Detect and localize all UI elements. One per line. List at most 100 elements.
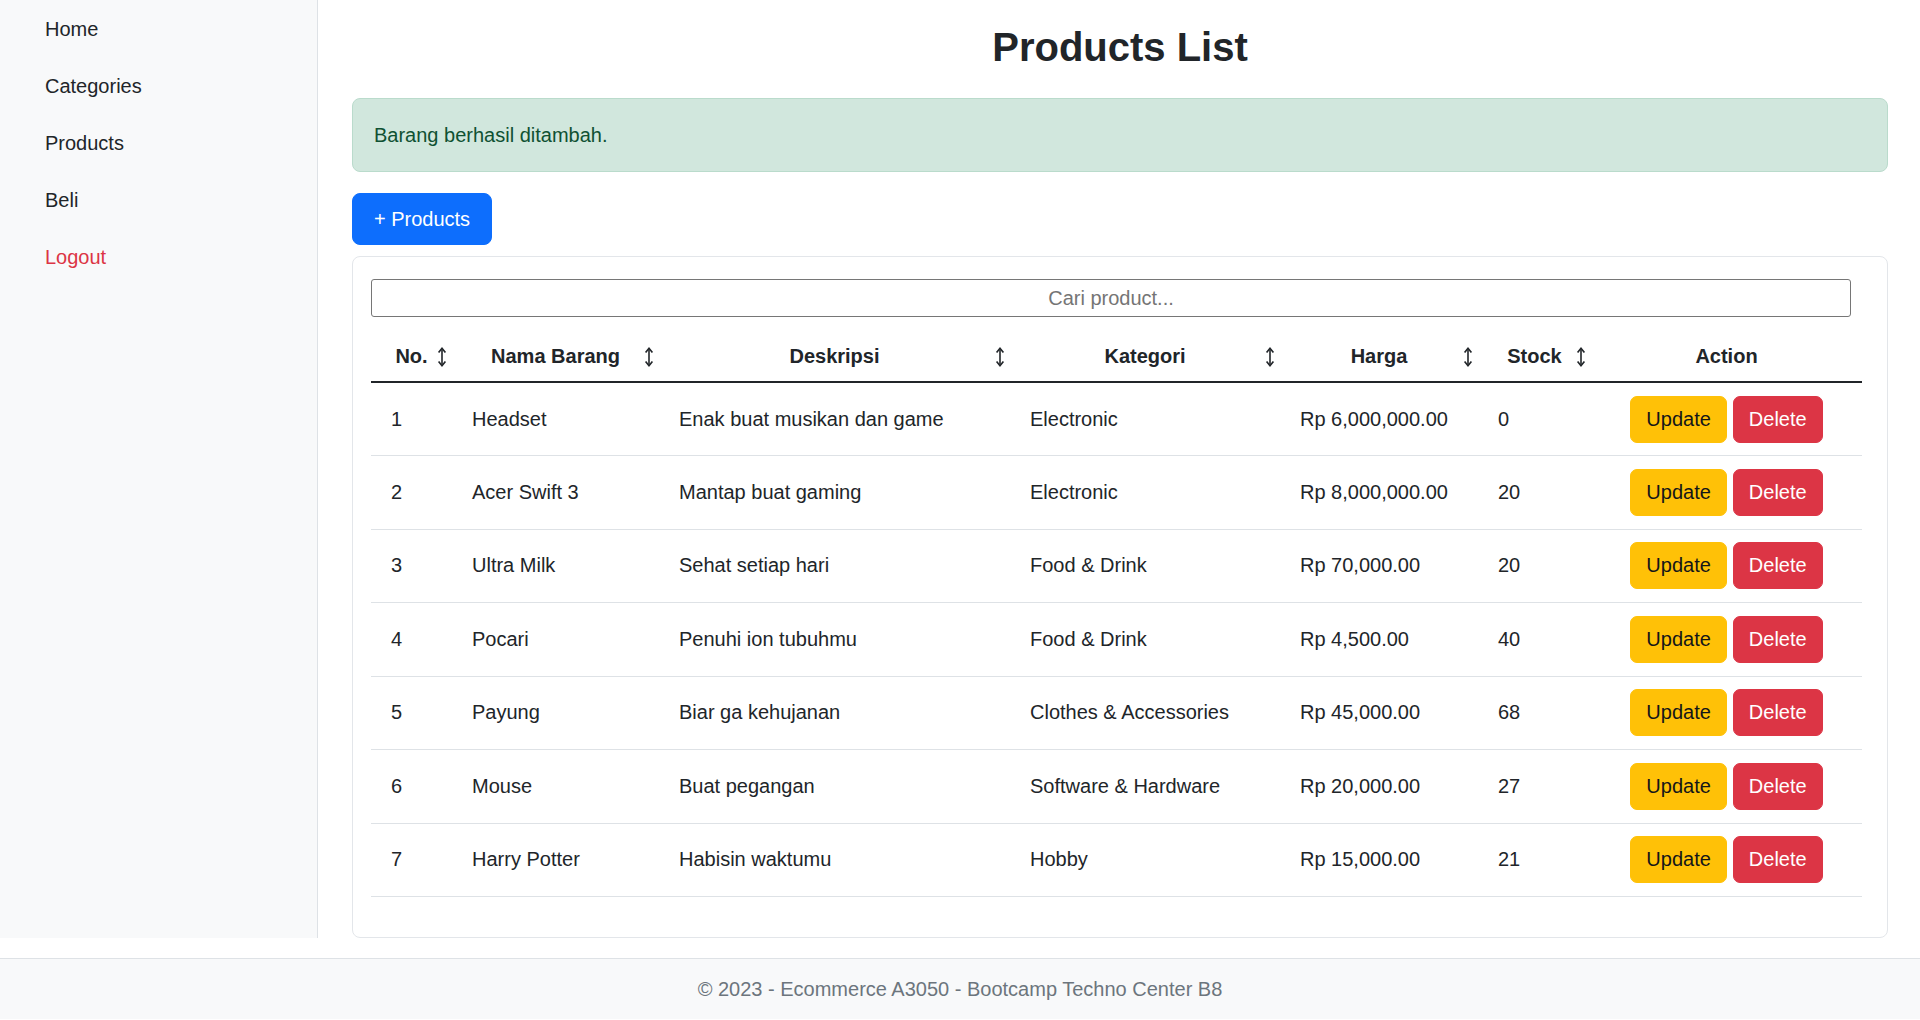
column-label: Deskripsi bbox=[789, 345, 879, 367]
column-header-stock[interactable]: Stock bbox=[1478, 332, 1591, 382]
update-button[interactable]: Update bbox=[1630, 396, 1727, 443]
cell-harga: Rp 45,000.00 bbox=[1280, 676, 1478, 750]
column-header-no[interactable]: No. bbox=[371, 332, 452, 382]
table-row: 5PayungBiar ga kehujananClothes & Access… bbox=[371, 676, 1862, 750]
cell-deskripsi: Mantap buat gaming bbox=[659, 456, 1010, 530]
cell-no: 3 bbox=[371, 529, 452, 603]
cell-action: UpdateDelete bbox=[1591, 529, 1862, 603]
update-button[interactable]: Update bbox=[1630, 689, 1727, 736]
sort-updown-icon[interactable] bbox=[1263, 346, 1277, 368]
sort-updown-icon[interactable] bbox=[435, 346, 449, 368]
action-buttons: UpdateDelete bbox=[1591, 542, 1862, 589]
update-button[interactable]: Update bbox=[1630, 469, 1727, 516]
delete-button[interactable]: Delete bbox=[1733, 689, 1823, 736]
cell-action: UpdateDelete bbox=[1591, 456, 1862, 530]
cell-stock: 27 bbox=[1478, 750, 1591, 824]
update-button[interactable]: Update bbox=[1630, 763, 1727, 810]
column-label: Kategori bbox=[1104, 345, 1185, 367]
cell-nama: Payung bbox=[452, 676, 659, 750]
sidebar-item-products[interactable]: Products bbox=[0, 115, 317, 172]
cell-harga: Rp 8,000,000.00 bbox=[1280, 456, 1478, 530]
products-table: No. Nama Barang Deskripsi Kategori Harga Stoc… bbox=[371, 332, 1862, 897]
page-title: Products List bbox=[352, 23, 1888, 71]
cell-stock: 40 bbox=[1478, 603, 1591, 677]
cell-stock: 21 bbox=[1478, 823, 1591, 897]
delete-button[interactable]: Delete bbox=[1733, 616, 1823, 663]
action-buttons: UpdateDelete bbox=[1591, 689, 1862, 736]
cell-no: 4 bbox=[371, 603, 452, 677]
sidebar-item-beli[interactable]: Beli bbox=[0, 172, 317, 229]
column-header-harga[interactable]: Harga bbox=[1280, 332, 1478, 382]
search-input[interactable] bbox=[371, 279, 1851, 317]
cell-nama: Harry Potter bbox=[452, 823, 659, 897]
sort-updown-icon[interactable] bbox=[1574, 346, 1588, 368]
column-header-action: Action bbox=[1591, 332, 1862, 382]
cell-deskripsi: Habisin waktumu bbox=[659, 823, 1010, 897]
action-buttons: UpdateDelete bbox=[1591, 763, 1862, 810]
update-button[interactable]: Update bbox=[1630, 616, 1727, 663]
cell-no: 5 bbox=[371, 676, 452, 750]
table-row: 7Harry PotterHabisin waktumuHobbyRp 15,0… bbox=[371, 823, 1862, 897]
cell-nama: Headset bbox=[452, 382, 659, 456]
sidebar-item-categories[interactable]: Categories bbox=[0, 58, 317, 115]
cell-kategori: Hobby bbox=[1010, 823, 1280, 897]
cell-no: 1 bbox=[371, 382, 452, 456]
action-buttons: UpdateDelete bbox=[1591, 616, 1862, 663]
update-button[interactable]: Update bbox=[1630, 836, 1727, 883]
sidebar-item-home[interactable]: Home bbox=[0, 1, 317, 58]
action-buttons: UpdateDelete bbox=[1591, 469, 1862, 516]
success-alert: Barang berhasil ditambah. bbox=[352, 98, 1888, 172]
cell-kategori: Electronic bbox=[1010, 382, 1280, 456]
sort-updown-icon[interactable] bbox=[1461, 346, 1475, 368]
table-row: 2Acer Swift 3Mantap buat gamingElectroni… bbox=[371, 456, 1862, 530]
cell-deskripsi: Sehat setiap hari bbox=[659, 529, 1010, 603]
delete-button[interactable]: Delete bbox=[1733, 396, 1823, 443]
cell-no: 7 bbox=[371, 823, 452, 897]
delete-button[interactable]: Delete bbox=[1733, 836, 1823, 883]
cell-nama: Mouse bbox=[452, 750, 659, 824]
sort-updown-icon[interactable] bbox=[642, 346, 656, 368]
cell-stock: 68 bbox=[1478, 676, 1591, 750]
delete-button[interactable]: Delete bbox=[1733, 763, 1823, 810]
table-row: 3Ultra MilkSehat setiap hariFood & Drink… bbox=[371, 529, 1862, 603]
cell-stock: 0 bbox=[1478, 382, 1591, 456]
cell-nama: Acer Swift 3 bbox=[452, 456, 659, 530]
column-header-kategori[interactable]: Kategori bbox=[1010, 332, 1280, 382]
table-row: 4PocariPenuhi ion tubuhmuFood & DrinkRp … bbox=[371, 603, 1862, 677]
cell-action: UpdateDelete bbox=[1591, 750, 1862, 824]
main-content: Products List Barang berhasil ditambah. … bbox=[318, 0, 1920, 938]
column-label: Nama Barang bbox=[491, 345, 620, 367]
update-button[interactable]: Update bbox=[1630, 542, 1727, 589]
add-products-button[interactable]: + Products bbox=[352, 193, 492, 245]
cell-nama: Ultra Milk bbox=[452, 529, 659, 603]
cell-action: UpdateDelete bbox=[1591, 823, 1862, 897]
cell-deskripsi: Penuhi ion tubuhmu bbox=[659, 603, 1010, 677]
delete-button[interactable]: Delete bbox=[1733, 469, 1823, 516]
cell-deskripsi: Buat pegangan bbox=[659, 750, 1010, 824]
sidebar-item-logout[interactable]: Logout bbox=[0, 229, 317, 286]
column-label: No. bbox=[395, 345, 427, 367]
cell-action: UpdateDelete bbox=[1591, 603, 1862, 677]
sort-updown-icon[interactable] bbox=[993, 346, 1007, 368]
cell-deskripsi: Biar ga kehujanan bbox=[659, 676, 1010, 750]
column-label: Action bbox=[1695, 345, 1757, 367]
column-label: Stock bbox=[1507, 345, 1561, 367]
cell-nama: Pocari bbox=[452, 603, 659, 677]
table-header-row: No. Nama Barang Deskripsi Kategori Harga Stoc… bbox=[371, 332, 1862, 382]
cell-harga: Rp 20,000.00 bbox=[1280, 750, 1478, 824]
column-header-nama-barang[interactable]: Nama Barang bbox=[452, 332, 659, 382]
cell-harga: Rp 4,500.00 bbox=[1280, 603, 1478, 677]
action-buttons: UpdateDelete bbox=[1591, 396, 1862, 443]
column-label: Harga bbox=[1351, 345, 1408, 367]
table-row: 1HeadsetEnak buat musikan dan gameElectr… bbox=[371, 382, 1862, 456]
cell-stock: 20 bbox=[1478, 456, 1591, 530]
delete-button[interactable]: Delete bbox=[1733, 542, 1823, 589]
cell-deskripsi: Enak buat musikan dan game bbox=[659, 382, 1010, 456]
cell-kategori: Clothes & Accessories bbox=[1010, 676, 1280, 750]
cell-no: 6 bbox=[371, 750, 452, 824]
column-header-deskripsi[interactable]: Deskripsi bbox=[659, 332, 1010, 382]
cell-harga: Rp 15,000.00 bbox=[1280, 823, 1478, 897]
alert-message: Barang berhasil ditambah. bbox=[374, 124, 607, 147]
cell-action: UpdateDelete bbox=[1591, 382, 1862, 456]
footer: © 2023 - Ecommerce A3050 - Bootcamp Tech… bbox=[0, 958, 1920, 1019]
